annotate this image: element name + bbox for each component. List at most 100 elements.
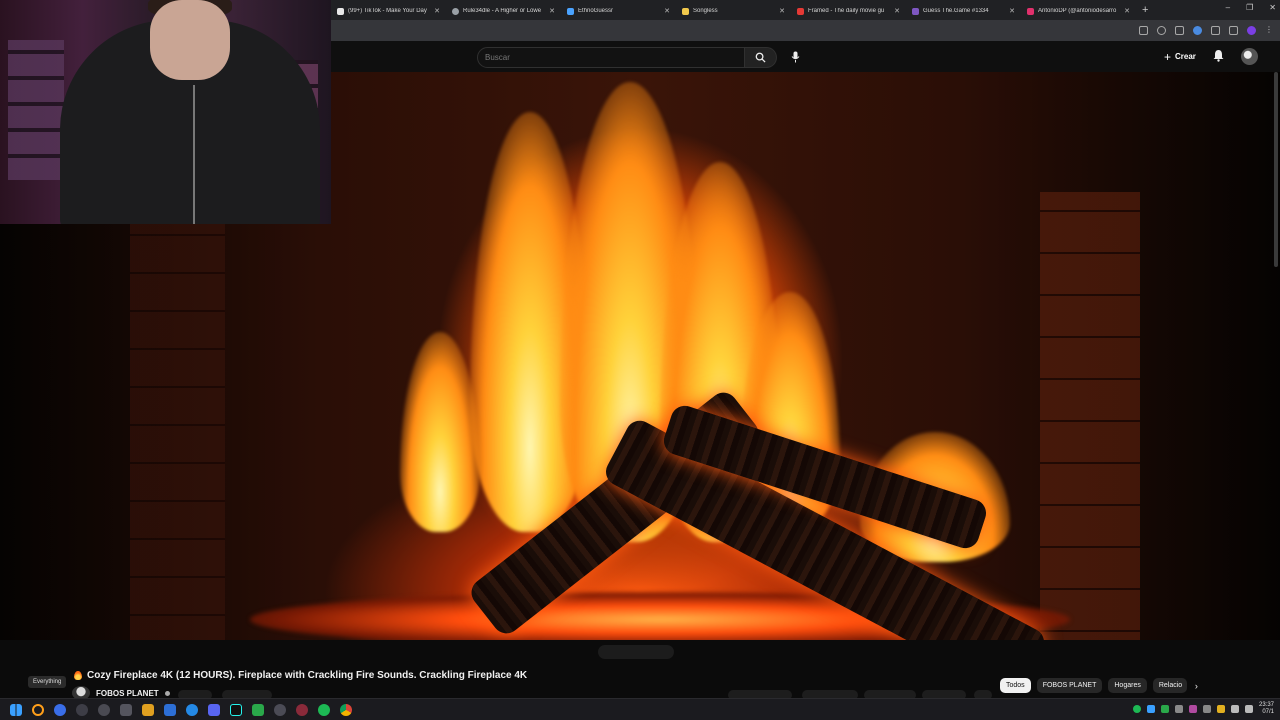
search-tooltip: Everything	[28, 676, 67, 688]
app-icon[interactable]	[98, 703, 110, 716]
plus-icon: +	[1164, 49, 1172, 64]
app-icon[interactable]	[142, 703, 154, 716]
cast-icon[interactable]	[1175, 26, 1184, 35]
songless-icon	[682, 7, 689, 15]
tray-app-icon[interactable]	[1132, 705, 1141, 713]
globe-icon	[452, 7, 459, 15]
video-title: Cozy Fireplace 4K (12 HOURS). Fireplace …	[74, 670, 527, 681]
tab-rule34dle[interactable]: Rule34dle - A Higher or Lowe ✕	[446, 2, 561, 20]
profile-icon[interactable]	[1247, 26, 1256, 35]
search-box	[477, 47, 777, 68]
tray-app-icon[interactable]	[1216, 705, 1225, 713]
create-label: Crear	[1175, 52, 1196, 61]
tray-app-icon[interactable]	[1188, 705, 1197, 713]
chip-todos[interactable]: Todos	[1000, 678, 1031, 693]
minimize-button[interactable]: –	[1226, 3, 1230, 12]
tiktok-icon[interactable]	[230, 703, 242, 716]
close-icon[interactable]: ✕	[434, 7, 440, 15]
instagram-icon	[1027, 7, 1034, 15]
extensions-puzzle-icon[interactable]	[1211, 26, 1220, 35]
create-button[interactable]: + Crear	[1164, 49, 1196, 64]
chip-related[interactable]: Relacio	[1152, 678, 1187, 693]
tray-app-icon[interactable]	[1202, 705, 1211, 713]
system-tray: 23:37 07/1	[1132, 702, 1274, 716]
app-icon[interactable]	[120, 703, 132, 716]
collectibles-shelf	[8, 40, 64, 180]
windows-start-icon[interactable]	[10, 703, 22, 716]
search-icon[interactable]	[32, 703, 44, 716]
user-avatar[interactable]	[1241, 48, 1258, 65]
app-icon[interactable]	[296, 703, 308, 716]
bell-icon	[1213, 50, 1224, 62]
browser-toolbar: ⋮	[331, 20, 1280, 41]
tab-label: AntonioDP (@antoniodesarro	[1038, 8, 1117, 14]
app-icon[interactable]	[76, 703, 88, 716]
spotify-icon[interactable]	[318, 703, 330, 716]
close-window-button[interactable]: ✕	[1269, 3, 1276, 12]
app-icon[interactable]	[274, 703, 286, 716]
channel-name[interactable]: FOBOS PLANET	[96, 689, 159, 698]
webcam-overlay	[0, 0, 331, 224]
menu-icon[interactable]: ⋮	[1265, 26, 1274, 35]
discord-icon[interactable]	[208, 703, 220, 716]
tray-app-icon[interactable]	[1174, 705, 1183, 713]
new-tab-button[interactable]: +	[1142, 4, 1154, 16]
app-icon[interactable]	[186, 703, 198, 716]
clock-time: 23:37	[1258, 702, 1274, 708]
tiktok-icon	[337, 7, 344, 15]
volume-icon[interactable]	[1244, 705, 1253, 713]
video-status-pill	[598, 645, 674, 659]
download-icon[interactable]	[1229, 26, 1238, 35]
clock-date: 07/1	[1262, 709, 1274, 715]
video-title-text: Cozy Fireplace 4K (12 HOURS). Fireplace …	[87, 670, 528, 681]
extension-icon[interactable]	[1193, 26, 1202, 35]
network-icon[interactable]	[1230, 705, 1239, 713]
framed-icon	[797, 7, 804, 15]
guessthegame-icon	[912, 7, 919, 15]
chip-hogares[interactable]: Hogares	[1108, 678, 1147, 693]
tab-tiktok[interactable]: (99+) TikTok - Make Your Day ✕	[331, 2, 446, 20]
streamer-face	[150, 0, 230, 80]
chip-channel[interactable]: FOBOS PLANET	[1036, 678, 1103, 693]
search-icon	[755, 52, 766, 63]
screen: (99+) TikTok - Make Your Day ✕ Rule34dle…	[0, 0, 1280, 720]
tray-app-icon[interactable]	[1160, 705, 1169, 713]
ethnoguessr-icon	[567, 7, 574, 15]
tab-ethnoguessr[interactable]: EthnoGuessr ✕	[561, 2, 676, 20]
close-icon[interactable]: ✕	[664, 7, 670, 15]
tab-label: EthnoGuessr	[578, 8, 614, 14]
tab-instagram[interactable]: AntonioDP (@antoniodesarro ✕	[1021, 2, 1136, 20]
chrome-icon[interactable]	[340, 703, 352, 716]
tab-label: Framed - The daily movie gu	[808, 8, 885, 14]
close-icon[interactable]: ✕	[894, 7, 900, 15]
maximize-button[interactable]: ❐	[1246, 3, 1253, 12]
tab-label: Guess The.Game #1334	[923, 8, 989, 14]
chevron-right-icon[interactable]: ›	[1195, 681, 1198, 691]
tab-songless[interactable]: Songless ✕	[676, 2, 791, 20]
tab-framed[interactable]: Framed - The daily movie gu ✕	[791, 2, 906, 20]
app-icon[interactable]	[164, 703, 176, 716]
search-input[interactable]	[477, 47, 745, 68]
tray-app-icon[interactable]	[1146, 705, 1155, 713]
tab-label: Songless	[693, 8, 718, 14]
install-app-icon[interactable]	[1139, 26, 1148, 35]
youtube-header: + Crear	[331, 41, 1280, 72]
related-chips: Todos FOBOS PLANET Hogares Relacio ›	[1000, 678, 1198, 693]
clock[interactable]: 23:37 07/1	[1259, 702, 1274, 716]
vivaldi-icon[interactable]	[54, 703, 66, 716]
browser-tab-bar: (99+) TikTok - Make Your Day ✕ Rule34dle…	[331, 0, 1280, 20]
voice-search-button[interactable]	[787, 48, 804, 65]
close-icon[interactable]: ✕	[549, 7, 555, 15]
app-icon[interactable]	[252, 703, 264, 716]
tab-guessthegame[interactable]: Guess The.Game #1334 ✕	[906, 2, 1021, 20]
close-icon[interactable]: ✕	[1124, 7, 1130, 15]
fireplace-brick-right	[1040, 192, 1140, 640]
close-icon[interactable]: ✕	[1009, 7, 1015, 15]
notifications-button[interactable]	[1213, 49, 1224, 67]
tab-label: (99+) TikTok - Make Your Day	[348, 8, 427, 14]
bookmark-star-icon[interactable]	[1157, 26, 1166, 35]
scrollbar[interactable]	[1274, 72, 1278, 267]
search-button[interactable]	[745, 47, 777, 68]
close-icon[interactable]: ✕	[779, 7, 785, 15]
microphone-icon	[791, 51, 800, 62]
